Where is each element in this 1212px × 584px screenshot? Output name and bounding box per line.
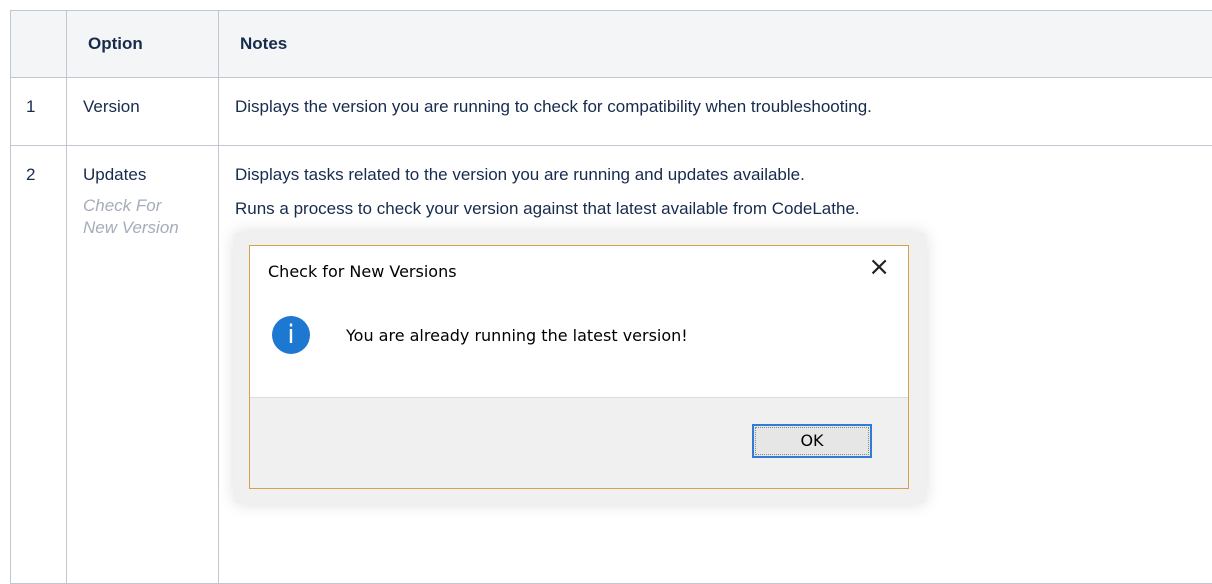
row-notes: Displays the version you are running to … — [219, 78, 1212, 146]
dialog-title: Check for New Versions — [268, 258, 457, 286]
options-table: Option Notes 1 Version Displays the vers… — [10, 10, 1212, 584]
row-number: 2 — [11, 146, 67, 584]
dialog-screenshot: Check for New Versions × i You are alrea… — [235, 233, 925, 503]
header-notes: Notes — [219, 11, 1212, 78]
option-sub-label: Check For New Version — [83, 195, 193, 239]
options-table-container: Option Notes 1 Version Displays the vers… — [10, 10, 1212, 576]
row-number: 1 — [11, 78, 67, 146]
note-text: Runs a process to check your version aga… — [235, 195, 1208, 223]
info-icon: i — [272, 316, 310, 354]
note-text: Displays tasks related to the version yo… — [235, 161, 1208, 189]
row-notes: Displays tasks related to the version yo… — [219, 146, 1212, 584]
dialog-footer: OK — [250, 397, 908, 488]
check-version-dialog: Check for New Versions × i You are alrea… — [249, 245, 909, 489]
note-text: Displays the version you are running to … — [235, 93, 1208, 121]
table-header-row: Option Notes — [11, 11, 1212, 78]
table-row: 1 Version Displays the version you are r… — [11, 78, 1212, 146]
header-option: Option — [67, 11, 219, 78]
close-icon[interactable]: × — [868, 252, 890, 282]
table-row: 2 Updates Check For New Version Displays… — [11, 146, 1212, 584]
dialog-message: You are already running the latest versi… — [346, 322, 688, 350]
row-option: Updates Check For New Version — [67, 146, 219, 584]
header-number — [11, 11, 67, 78]
option-label: Updates — [83, 165, 146, 184]
ok-button[interactable]: OK — [752, 424, 872, 458]
row-option: Version — [67, 78, 219, 146]
